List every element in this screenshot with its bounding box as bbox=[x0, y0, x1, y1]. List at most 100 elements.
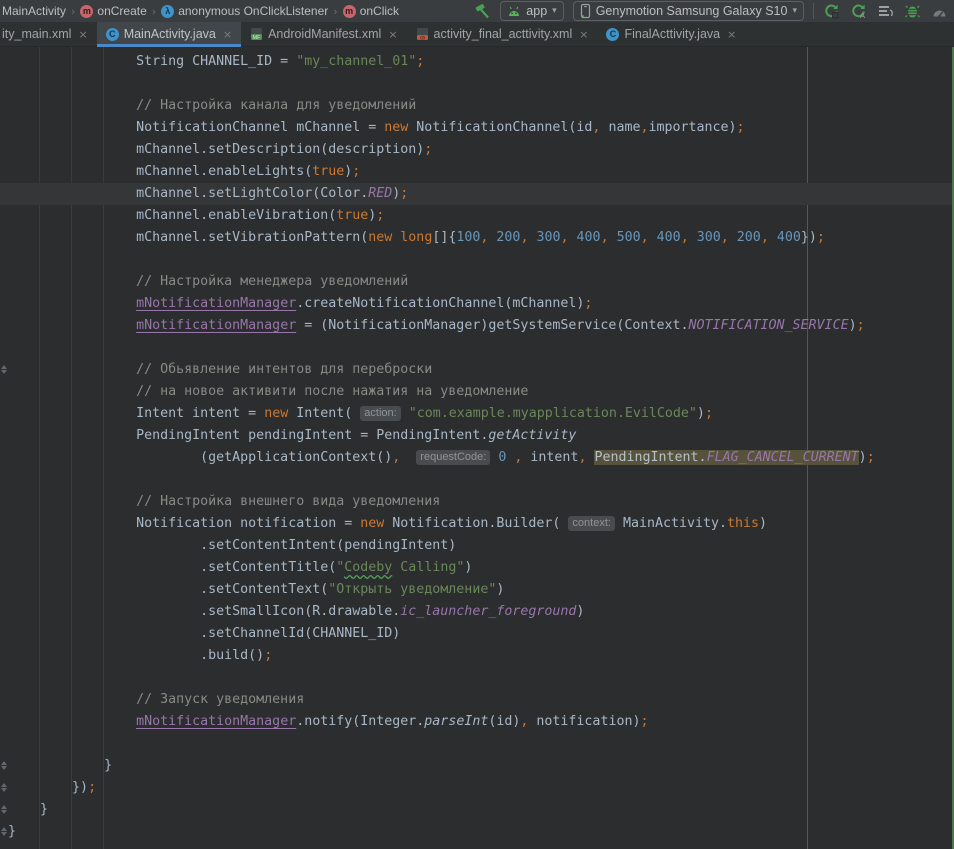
debug-app-button[interactable] bbox=[904, 3, 921, 20]
code-line[interactable]: // Настройка внешнего вида уведомления bbox=[0, 491, 954, 513]
code-segment: ic_launcher_foreground bbox=[400, 604, 576, 619]
breadcrumb-separator-icon: › bbox=[152, 5, 156, 18]
code-segment: name bbox=[600, 120, 640, 135]
code-line[interactable]: String CHANNEL_ID = "my_channel_01"; bbox=[0, 51, 954, 73]
fold-marker-icon[interactable] bbox=[1, 760, 8, 771]
code-line[interactable]: mChannel.setVibrationPattern(new long[]{… bbox=[0, 227, 954, 249]
breadcrumb-label: anonymous OnClickListener bbox=[178, 4, 328, 18]
code-segment bbox=[8, 296, 136, 311]
code-line[interactable]: mNotificationManager.createNotificationC… bbox=[0, 293, 954, 315]
code-segment bbox=[649, 230, 657, 245]
code-segment: , bbox=[721, 230, 729, 245]
code-line[interactable] bbox=[0, 337, 954, 359]
code-line[interactable]: mNotificationManager = (NotificationMana… bbox=[0, 315, 954, 337]
code-line[interactable]: mChannel.setDescription(description); bbox=[0, 139, 954, 161]
breadcrumb-item-onclick[interactable]: monClick bbox=[343, 4, 399, 18]
code-segment: , bbox=[641, 230, 649, 245]
code-segment: 200 bbox=[496, 230, 520, 245]
close-icon[interactable]: × bbox=[78, 28, 87, 41]
code-line[interactable]: .setSmallIcon(R.drawable.ic_launcher_for… bbox=[0, 601, 954, 623]
tab-ity_main.xml[interactable]: ity_main.xml× bbox=[0, 22, 97, 46]
profile-app-icon bbox=[931, 3, 948, 20]
code-editor[interactable]: String CHANNEL_ID = "my_channel_01"; // … bbox=[0, 47, 954, 849]
code-line[interactable]: PendingIntent pendingIntent = PendingInt… bbox=[0, 425, 954, 447]
code-line[interactable]: } bbox=[0, 799, 954, 821]
code-segment: NotificationChannel(id bbox=[408, 120, 592, 135]
breadcrumb: MainActivity›monCreate›λanonymous OnClic… bbox=[2, 4, 399, 18]
code-segment: }) bbox=[801, 230, 817, 245]
fold-marker-icon[interactable] bbox=[1, 782, 8, 793]
run-config-selector[interactable]: app ▾ bbox=[500, 1, 563, 21]
close-icon[interactable]: × bbox=[223, 28, 232, 41]
breadcrumb-item-mainactivity[interactable]: MainActivity bbox=[2, 4, 66, 18]
code-segment: // Настройка менеджера уведомлений bbox=[8, 274, 408, 289]
rerun-app-button[interactable] bbox=[823, 3, 840, 20]
code-line[interactable] bbox=[0, 469, 954, 491]
device-selector[interactable]: Genymotion Samsung Galaxy S10 ▾ bbox=[573, 1, 804, 21]
close-icon[interactable]: × bbox=[727, 28, 736, 41]
code-segment: , bbox=[681, 230, 689, 245]
run-config-label: app bbox=[526, 4, 547, 18]
code-line[interactable]: mChannel.enableVibration(true); bbox=[0, 205, 954, 227]
tab-MainActivity.java[interactable]: CMainActivity.java× bbox=[97, 22, 241, 46]
code-segment: ) bbox=[859, 450, 867, 465]
code-segment: this bbox=[727, 516, 759, 531]
code-line[interactable]: } bbox=[0, 821, 954, 843]
code-segment: mNotificationManager bbox=[136, 318, 296, 333]
code-segment: long bbox=[400, 230, 432, 245]
code-line[interactable] bbox=[0, 73, 954, 95]
code-segment: new bbox=[368, 230, 392, 245]
code-line[interactable]: mChannel.setLightColor(Color.RED); bbox=[0, 183, 954, 205]
code-segment: 400 bbox=[657, 230, 681, 245]
tab-label: MainActivity.java bbox=[124, 27, 216, 41]
apply-code-changes-button[interactable] bbox=[877, 3, 894, 20]
code-line[interactable] bbox=[0, 249, 954, 271]
code-line[interactable]: .setChannelId(CHANNEL_ID) bbox=[0, 623, 954, 645]
code-line[interactable]: Intent intent = new Intent( action: "com… bbox=[0, 403, 954, 425]
close-icon[interactable]: × bbox=[388, 28, 397, 41]
code-segment: Intent( bbox=[288, 406, 360, 421]
tab-AndroidManifest.xml[interactable]: MFAndroidManifest.xml× bbox=[241, 22, 406, 46]
attach-debugger-button[interactable]: A bbox=[850, 3, 867, 20]
tab-FinalActtivity.java[interactable]: CFinalActtivity.java× bbox=[597, 22, 745, 46]
code-line[interactable]: .setContentText("Открыть уведомление") bbox=[0, 579, 954, 601]
code-segment: .notify(Integer. bbox=[296, 714, 424, 729]
code-line[interactable]: (getApplicationContext(), requestCode: 0… bbox=[0, 447, 954, 469]
code-line[interactable] bbox=[0, 667, 954, 689]
code-line[interactable]: // Настройка менеджера уведомлений bbox=[0, 271, 954, 293]
code-segment: ; bbox=[88, 780, 96, 795]
profile-app-button[interactable] bbox=[931, 3, 948, 20]
code-line[interactable]: .setContentTitle("Codeby Calling") bbox=[0, 557, 954, 579]
code-segment: NotificationChannel mChannel = bbox=[8, 120, 384, 135]
fold-marker-icon[interactable] bbox=[1, 364, 8, 375]
code-line[interactable]: // на новое активити после нажатия на ув… bbox=[0, 381, 954, 403]
build-hammer-icon[interactable] bbox=[474, 3, 491, 20]
code-line[interactable]: .setContentIntent(pendingIntent) bbox=[0, 535, 954, 557]
code-segment: mChannel.setLightColor(Color. bbox=[8, 186, 368, 201]
tab-activity_final_acttivity.xml[interactable]: cbactivity_final_acttivity.xml× bbox=[407, 22, 598, 46]
code-line[interactable]: // Запуск уведомления bbox=[0, 689, 954, 711]
code-line[interactable]: NotificationChannel mChannel = new Notif… bbox=[0, 117, 954, 139]
device-selector-label: Genymotion Samsung Galaxy S10 bbox=[596, 4, 788, 18]
code-line[interactable]: } bbox=[0, 755, 954, 777]
breadcrumb-item-anonymous-onclicklistener[interactable]: λanonymous OnClickListener bbox=[161, 4, 328, 18]
code-line[interactable]: mNotificationManager.notify(Integer.pars… bbox=[0, 711, 954, 733]
code-line[interactable]: Notification notification = new Notifica… bbox=[0, 513, 954, 535]
parameter-hint-chip: action: bbox=[360, 406, 400, 421]
code-line[interactable]: mChannel.enableLights(true); bbox=[0, 161, 954, 183]
code-line[interactable]: }); bbox=[0, 777, 954, 799]
toolbar-divider bbox=[813, 3, 814, 19]
code-line[interactable]: // Обьявление интентов для переброски bbox=[0, 359, 954, 381]
parameter-hint-chip: requestCode: bbox=[416, 450, 490, 465]
code-line[interactable]: .build(); bbox=[0, 645, 954, 667]
apply-code-changes-icon bbox=[877, 3, 894, 20]
breadcrumb-item-oncreate[interactable]: monCreate bbox=[80, 4, 146, 18]
code-segment: .setContentTitle( bbox=[8, 560, 336, 575]
code-line[interactable] bbox=[0, 733, 954, 755]
fold-marker-icon[interactable] bbox=[1, 826, 8, 837]
close-icon[interactable]: × bbox=[579, 28, 588, 41]
code-segment: intent bbox=[522, 450, 578, 465]
method-icon: m bbox=[80, 5, 93, 18]
code-line[interactable]: // Настройка канала для уведомлений bbox=[0, 95, 954, 117]
fold-marker-icon[interactable] bbox=[1, 804, 8, 815]
